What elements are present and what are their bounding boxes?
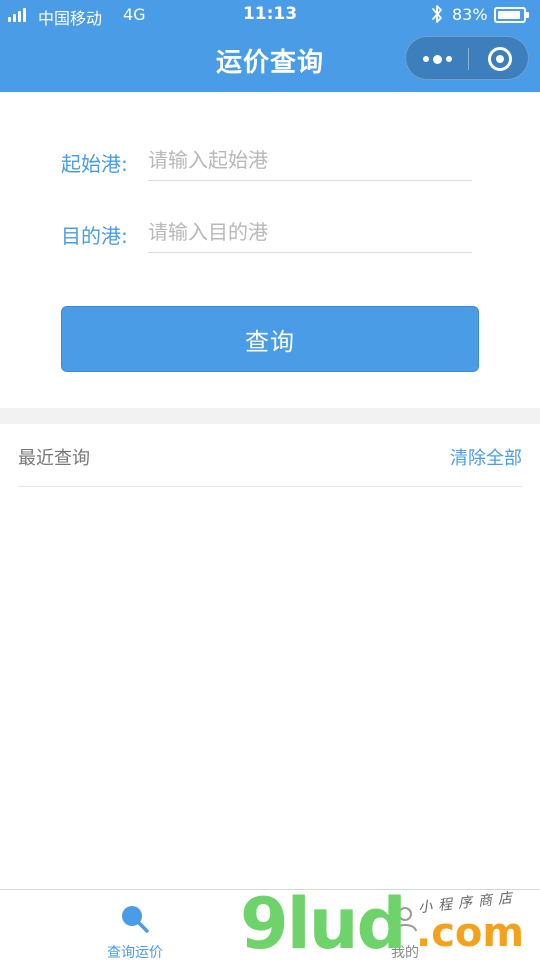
more-dots-icon[interactable] bbox=[406, 37, 468, 81]
status-bar: 中国移动 4G 11:13 83% bbox=[0, 0, 540, 30]
recent-divider bbox=[18, 486, 522, 487]
section-divider bbox=[0, 408, 540, 424]
tab-bar: 查询运价 我的 bbox=[0, 889, 540, 960]
destination-port-input[interactable] bbox=[148, 211, 472, 253]
tab-query-rates-label: 查询运价 bbox=[107, 945, 163, 960]
battery-icon bbox=[494, 7, 529, 23]
tab-query-rates[interactable]: 查询运价 bbox=[0, 890, 270, 960]
tab-mine[interactable]: 我的 bbox=[270, 890, 540, 960]
origin-port-input[interactable] bbox=[148, 139, 472, 181]
bluetooth-icon bbox=[432, 5, 442, 23]
app-screen: 中国移动 4G 11:13 83% 运价查询 起始港: 目的港: 查询 最近 bbox=[0, 0, 540, 960]
recent-searches-title: 最近查询 bbox=[18, 448, 90, 469]
user-icon bbox=[393, 907, 417, 932]
origin-port-label: 起始港: bbox=[61, 152, 128, 176]
destination-port-label: 目的港: bbox=[61, 224, 128, 248]
mini-program-capsule bbox=[405, 36, 529, 80]
tab-mine-label: 我的 bbox=[391, 945, 419, 960]
query-button[interactable]: 查询 bbox=[61, 306, 479, 372]
battery-percent: 83% bbox=[452, 5, 488, 24]
target-close-icon[interactable] bbox=[488, 47, 512, 71]
clear-all-button[interactable]: 清除全部 bbox=[450, 444, 522, 470]
search-icon bbox=[122, 906, 149, 933]
capsule-divider bbox=[468, 48, 469, 70]
top-bar: 中国移动 4G 11:13 83% 运价查询 bbox=[0, 0, 540, 92]
